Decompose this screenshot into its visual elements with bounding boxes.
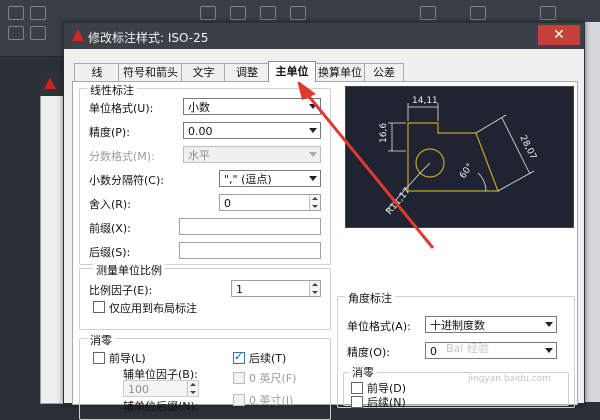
annotation-overlay: [297, 80, 435, 249]
sub-unit-suffix-label: 辅单位后缀(N):: [123, 400, 199, 413]
annotation-arrow-head-icon: [297, 80, 316, 100]
annotation-arrow-shaft: [305, 93, 435, 249]
tab-primary-units[interactable]: 主单位: [268, 61, 316, 82]
watermark: Bai 经验: [446, 342, 489, 355]
watermark-url: jingyan.baidu.com: [468, 374, 552, 384]
